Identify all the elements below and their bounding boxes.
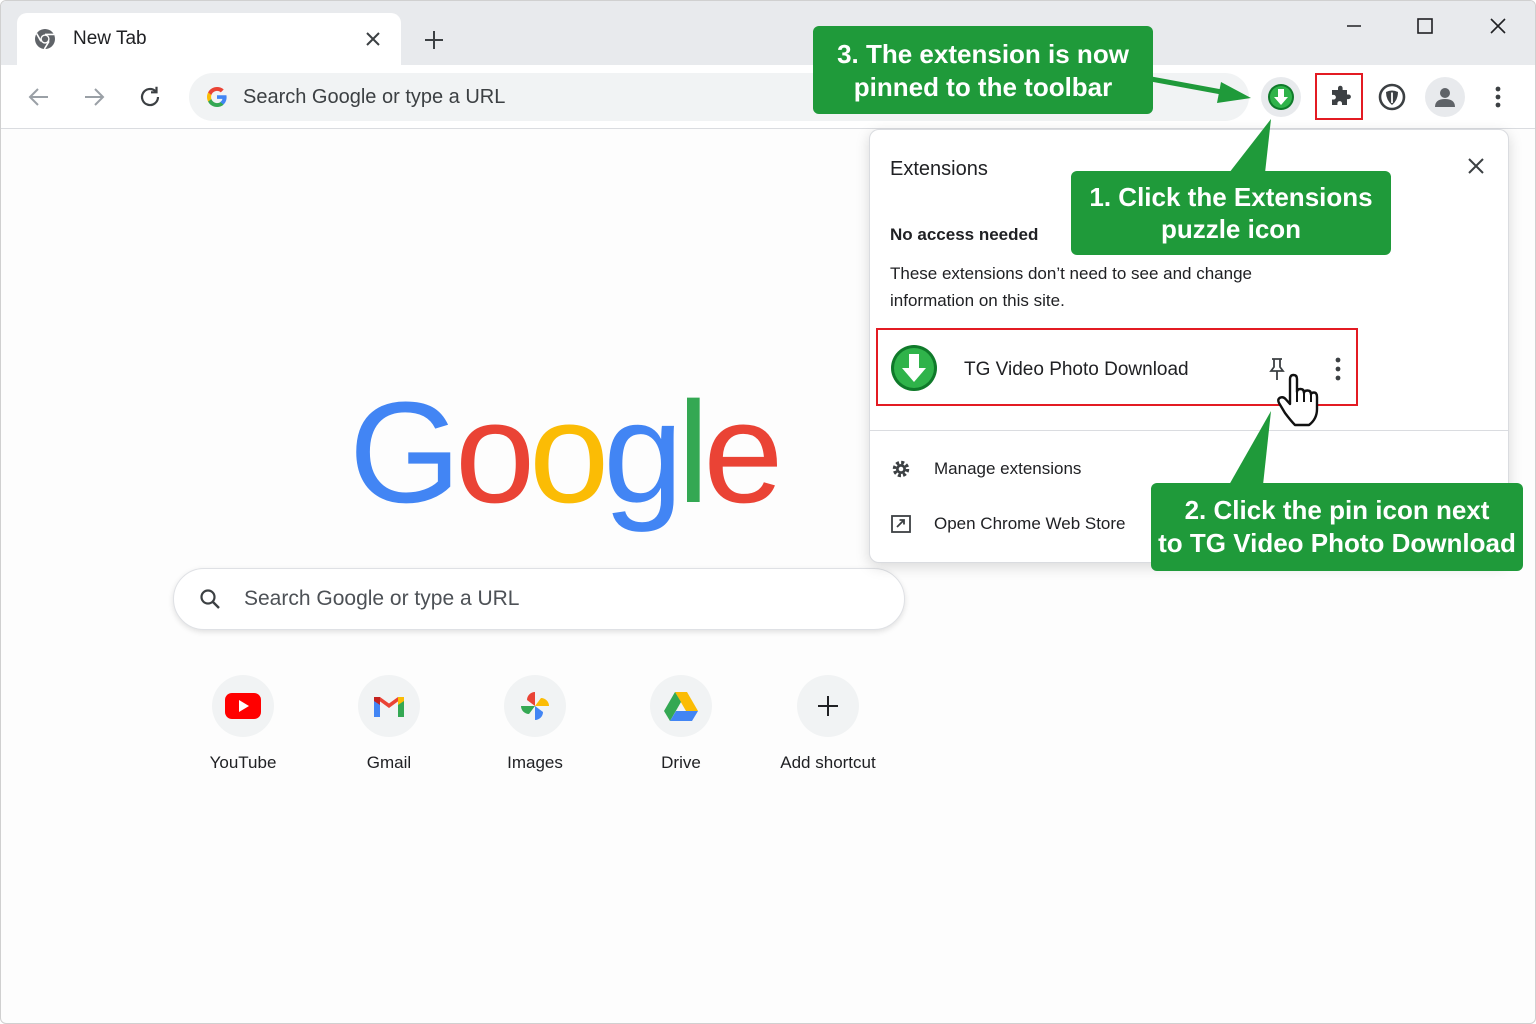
pinned-extension-button[interactable] — [1261, 77, 1301, 117]
download-extension-icon — [1268, 84, 1294, 110]
callout-line: to TG Video Photo Download — [1158, 528, 1516, 558]
shortcut-tile — [358, 675, 420, 737]
omnibox-placeholder: Search Google or type a URL — [243, 85, 506, 108]
shield-icon — [1378, 83, 1406, 111]
shortcut-label: YouTube — [209, 753, 277, 772]
shortcut-tile — [650, 675, 712, 737]
close-icon[interactable] — [361, 27, 385, 51]
extension-name: TG Video Photo Download — [964, 359, 1189, 380]
plus-icon — [425, 31, 443, 49]
download-extension-icon — [891, 345, 937, 391]
callout-step1: 1. Click the Extensions puzzle icon — [1071, 171, 1391, 255]
logo-letter: o — [455, 372, 535, 533]
section-description: These extensions don’t need to see and c… — [890, 264, 1252, 310]
forward-arrow-icon — [85, 88, 105, 106]
browser-window: New Tab Search Google or type a URL Goog… — [0, 0, 1536, 1024]
shortcut-images[interactable]: Images — [470, 675, 600, 773]
shortcut-label: Images — [507, 753, 563, 772]
shortcut-gmail[interactable]: Gmail — [324, 675, 454, 773]
shortcut-youtube[interactable]: YouTube — [178, 675, 308, 773]
logo-letter: e — [703, 372, 783, 533]
logo-letter: g — [603, 372, 683, 533]
kebab-menu-icon[interactable] — [1328, 356, 1348, 382]
tab-title: New Tab — [73, 28, 147, 49]
web-store-label: Open Chrome Web Store — [934, 514, 1126, 533]
close-icon — [1468, 158, 1484, 174]
shortcut-add[interactable]: Add shortcut — [763, 675, 893, 773]
callout-step3: 3. The extension is now pinned to the to… — [813, 26, 1153, 114]
callout-line: 2. Click the pin icon next — [1184, 495, 1490, 525]
section-title: No access needed — [890, 225, 1039, 244]
maximize-button[interactable] — [1410, 13, 1440, 39]
tab-strip: New Tab — [1, 1, 1535, 65]
profile-button[interactable] — [1425, 77, 1465, 117]
back-arrow-icon — [28, 88, 48, 106]
shortcut-tile — [212, 675, 274, 737]
reload-icon — [140, 86, 160, 107]
logo-letter: l — [677, 372, 709, 533]
chrome-menu-button[interactable] — [1478, 77, 1518, 117]
close-icon — [1490, 18, 1506, 34]
window-close-button[interactable] — [1483, 13, 1513, 39]
kebab-menu-icon — [1495, 86, 1501, 108]
pin-icon[interactable] — [1266, 357, 1288, 381]
callout-line: 1. Click the Extensions — [1089, 182, 1373, 212]
google-logo: Google — [349, 372, 783, 533]
back-button[interactable] — [23, 81, 55, 113]
profile-icon — [1435, 88, 1455, 107]
plus-icon — [818, 696, 838, 716]
forward-button[interactable] — [78, 81, 110, 113]
shortcut-tile — [504, 675, 566, 737]
shortcut-label: Drive — [661, 753, 701, 772]
new-tab-button[interactable] — [419, 25, 449, 55]
puzzle-highlight-box — [1315, 73, 1363, 120]
popup-title: Extensions — [890, 158, 988, 180]
gmail-icon — [374, 697, 404, 717]
callout-step2: 2. Click the pin icon next to TG Video P… — [1151, 483, 1523, 571]
search-placeholder: Search Google or type a URL — [244, 587, 520, 610]
search-icon — [200, 589, 220, 609]
popup-divider — [870, 430, 1508, 431]
manage-extensions-label: Manage extensions — [934, 459, 1082, 478]
google-g-icon — [207, 87, 227, 107]
maximize-icon — [1417, 18, 1433, 34]
logo-letter: o — [529, 372, 609, 533]
shortcut-label: Gmail — [366, 753, 412, 772]
gear-icon — [892, 460, 910, 478]
callout-line: pinned to the toolbar — [853, 72, 1113, 102]
manage-extensions-button[interactable]: Manage extensions — [890, 458, 1081, 480]
shortcut-label: Add shortcut — [780, 753, 876, 772]
shield-extension-button[interactable] — [1372, 77, 1412, 117]
reload-button[interactable] — [134, 81, 166, 113]
minimize-icon — [1347, 25, 1361, 27]
store-icon — [891, 515, 911, 533]
shortcut-tile — [797, 675, 859, 737]
shortcut-drive[interactable]: Drive — [616, 675, 746, 773]
youtube-icon — [225, 693, 261, 719]
logo-letter: G — [349, 372, 461, 533]
chrome-icon — [35, 29, 55, 50]
web-store-button[interactable]: Open Chrome Web Store — [890, 513, 1126, 535]
minimize-button[interactable] — [1339, 13, 1369, 39]
toolbar: Search Google or type a URL — [1, 65, 1535, 129]
photos-icon — [521, 692, 549, 720]
callout-line: 3. The extension is now — [837, 39, 1129, 69]
popup-close-button[interactable] — [1462, 152, 1490, 180]
callout-line: puzzle icon — [1160, 214, 1302, 244]
search-input[interactable]: Search Google or type a URL — [173, 568, 905, 630]
tab-new-tab[interactable]: New Tab — [17, 13, 401, 65]
extension-item[interactable]: TG Video Photo Download — [876, 328, 1358, 406]
drive-icon — [664, 692, 698, 721]
